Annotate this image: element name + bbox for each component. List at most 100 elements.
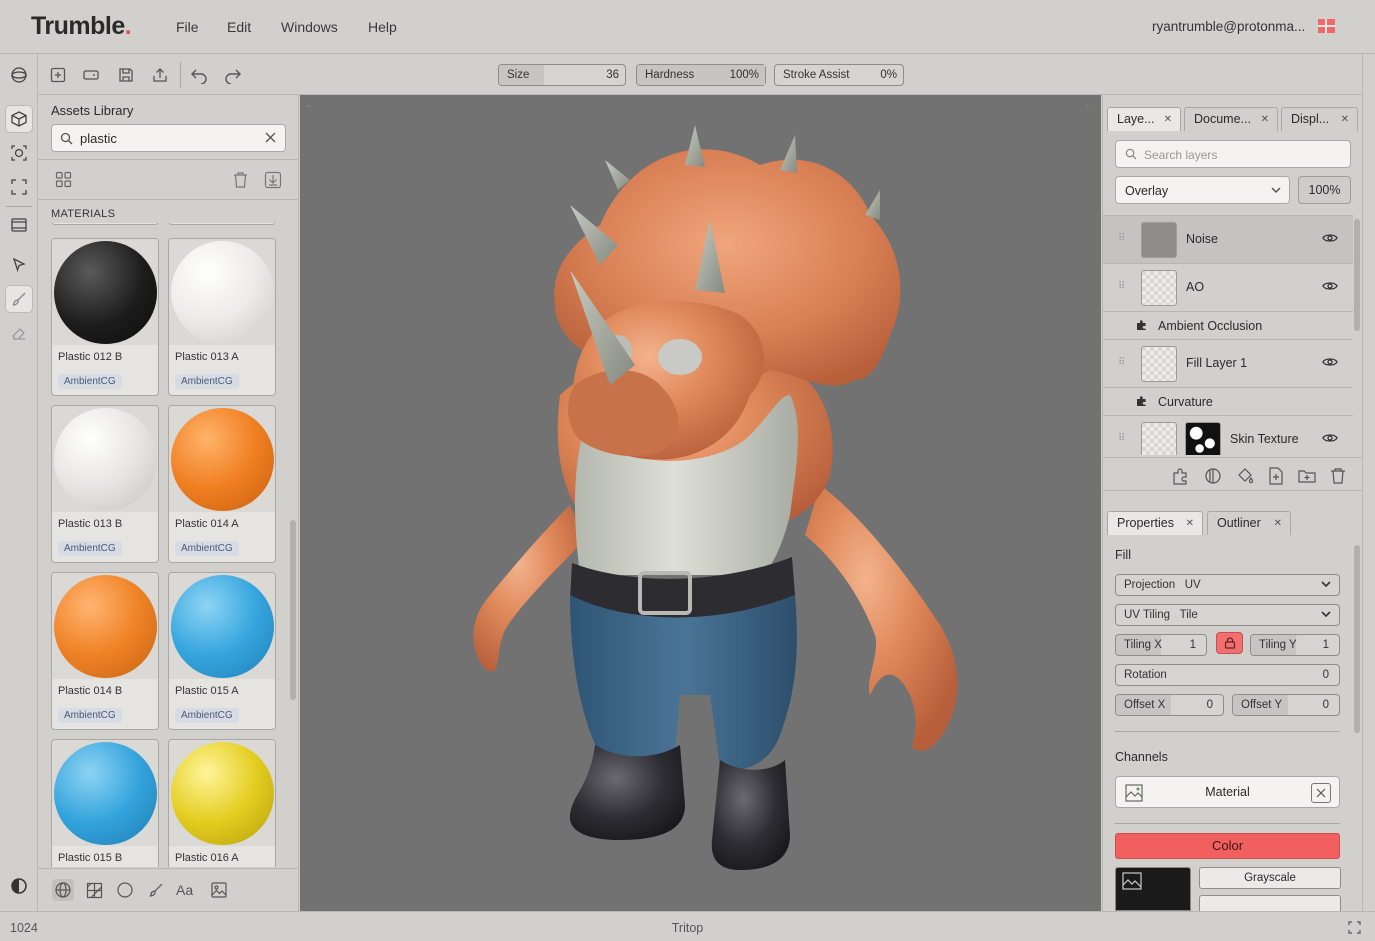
layer-opacity-field[interactable]: 100% — [1298, 176, 1351, 204]
brush-type-icon[interactable] — [145, 879, 167, 901]
layer-row[interactable]: ⠿ AO — [1103, 264, 1353, 312]
next-mode-button[interactable] — [1199, 895, 1341, 911]
new-folder-icon[interactable] — [1297, 466, 1317, 486]
channel-material-field[interactable]: Material — [1115, 776, 1340, 808]
material-card[interactable]: Plastic 016 A — [168, 739, 276, 867]
lock-ratio-button[interactable] — [1216, 632, 1243, 654]
material-card-partial[interactable] — [168, 223, 276, 225]
tab-outliner[interactable]: Outliner ✕ — [1207, 511, 1291, 535]
eye-icon[interactable] — [1322, 280, 1338, 292]
properties-scrollbar[interactable] — [1354, 543, 1360, 903]
open-drive-icon[interactable] — [80, 64, 102, 86]
trash-icon[interactable] — [232, 171, 249, 194]
sphere-view-icon[interactable] — [5, 61, 33, 89]
layer-row[interactable]: ⠿ Fill Layer 1 — [1103, 340, 1353, 388]
new-layer-icon[interactable] — [1266, 466, 1286, 486]
scrollbar-thumb[interactable] — [290, 520, 296, 700]
undo-icon[interactable] — [188, 64, 210, 86]
materials-type-icon[interactable] — [52, 879, 74, 901]
tab-document[interactable]: Docume... ✕ — [1184, 107, 1278, 131]
scrollbar-thumb[interactable] — [1354, 545, 1360, 733]
offset-y-field[interactable]: Offset Y 0 — [1232, 694, 1340, 716]
layer-search-input[interactable]: Search layers — [1115, 140, 1351, 168]
export-icon[interactable] — [149, 64, 171, 86]
drag-handle-icon[interactable]: ⠿ — [1118, 281, 1125, 292]
material-card[interactable]: Plastic 014 B AmbientCG — [51, 572, 159, 730]
menu-windows[interactable]: Windows — [281, 19, 338, 35]
redo-icon[interactable] — [222, 64, 244, 86]
uv-tiling-select[interactable]: UV Tiling Tile — [1115, 604, 1340, 626]
text-type-icon[interactable]: Aa — [176, 879, 198, 901]
eye-icon[interactable] — [1322, 232, 1338, 244]
hardness-slider[interactable]: Hardness 100% — [636, 64, 766, 86]
color-mode-button[interactable]: Color — [1115, 833, 1340, 859]
delete-layer-icon[interactable] — [1328, 466, 1348, 486]
cube-tool-icon[interactable] — [5, 105, 33, 133]
close-tab-icon[interactable]: ✕ — [1164, 114, 1172, 125]
eye-icon[interactable] — [1322, 356, 1338, 368]
tab-display[interactable]: Displ... ✕ — [1281, 107, 1358, 131]
grid-view-icon[interactable] — [55, 171, 72, 193]
3d-viewport[interactable]: - - — [300, 95, 1101, 911]
drag-handle-icon[interactable]: ⠿ — [1118, 233, 1125, 244]
remove-channel-button[interactable] — [1311, 783, 1331, 803]
material-card-partial[interactable] — [51, 223, 159, 225]
user-email[interactable]: ryantrumble@protonma... — [1152, 19, 1305, 34]
material-card[interactable]: Plastic 012 B AmbientCG — [51, 238, 159, 396]
tiling-x-field[interactable]: Tiling X 1 — [1115, 634, 1207, 656]
eye-icon[interactable] — [1322, 432, 1338, 444]
grayscale-mode-button[interactable]: Grayscale — [1199, 867, 1341, 889]
clear-search-icon[interactable] — [265, 132, 276, 143]
tiling-y-field[interactable]: Tiling Y 1 — [1250, 634, 1340, 656]
close-tab-icon[interactable]: ✕ — [1274, 518, 1282, 529]
download-icon[interactable] — [264, 171, 282, 194]
assets-scrollbar[interactable] — [290, 225, 296, 865]
new-file-icon[interactable] — [47, 64, 69, 86]
menu-edit[interactable]: Edit — [227, 19, 251, 35]
brush-icon[interactable] — [5, 285, 33, 313]
tab-properties[interactable]: Properties ✕ — [1107, 511, 1203, 535]
image-type-icon[interactable] — [208, 879, 230, 901]
fullscreen-icon[interactable] — [1348, 921, 1361, 934]
tab-layers[interactable]: Laye... ✕ — [1107, 107, 1181, 131]
menu-file[interactable]: File — [176, 19, 199, 35]
layers-scrollbar[interactable] — [1354, 217, 1360, 453]
material-card[interactable]: Plastic 013 A AmbientCG — [168, 238, 276, 396]
layer-row[interactable]: ⠿ Skin Texture — [1103, 416, 1353, 455]
effect-row[interactable]: Ambient Occlusion — [1103, 312, 1353, 340]
frame-icon[interactable] — [5, 173, 33, 201]
scrollbar-thumb[interactable] — [1354, 219, 1360, 331]
projection-select[interactable]: Projection UV — [1115, 574, 1340, 596]
app-logo[interactable]: Trumble. — [31, 12, 132, 41]
close-tab-icon[interactable]: ✕ — [1261, 114, 1269, 125]
material-card[interactable]: Plastic 014 A AmbientCG — [168, 405, 276, 563]
eraser-icon[interactable] — [5, 319, 33, 347]
drag-handle-icon[interactable]: ⠿ — [1118, 357, 1125, 368]
assets-search-input[interactable]: plastic — [51, 124, 286, 152]
layer-row[interactable]: ⠿ Noise — [1103, 216, 1353, 264]
save-icon[interactable] — [115, 64, 137, 86]
add-effect-icon[interactable] — [1171, 466, 1191, 486]
contrast-icon[interactable] — [5, 872, 33, 900]
rotation-field[interactable]: Rotation 0 — [1115, 664, 1340, 686]
color-swatch[interactable] — [1115, 867, 1191, 911]
material-card[interactable]: Plastic 015 B — [51, 739, 159, 867]
blend-mode-select[interactable]: Overlay — [1115, 176, 1290, 204]
fill-bucket-icon[interactable] — [1235, 466, 1255, 486]
drag-handle-icon[interactable]: ⠿ — [1118, 433, 1125, 444]
select-arrow-icon[interactable] — [5, 251, 33, 279]
size-slider[interactable]: Size 36 — [498, 64, 626, 86]
mask-icon[interactable] — [1203, 466, 1223, 486]
material-card[interactable]: Plastic 013 B AmbientCG — [51, 405, 159, 563]
close-tab-icon[interactable]: ✕ — [1341, 114, 1349, 125]
focus-object-icon[interactable] — [5, 139, 33, 167]
effect-row[interactable]: Curvature — [1103, 388, 1353, 416]
close-tab-icon[interactable]: ✕ — [1186, 518, 1194, 529]
material-card[interactable]: Plastic 015 A AmbientCG — [168, 572, 276, 730]
shape-type-icon[interactable] — [114, 879, 136, 901]
stroke-assist-slider[interactable]: Stroke Assist 0% — [774, 64, 904, 86]
menu-help[interactable]: Help — [368, 19, 397, 35]
film-icon[interactable] — [5, 211, 33, 239]
texture-type-icon[interactable] — [83, 879, 105, 901]
account-flag-icon[interactable] — [1318, 19, 1335, 33]
